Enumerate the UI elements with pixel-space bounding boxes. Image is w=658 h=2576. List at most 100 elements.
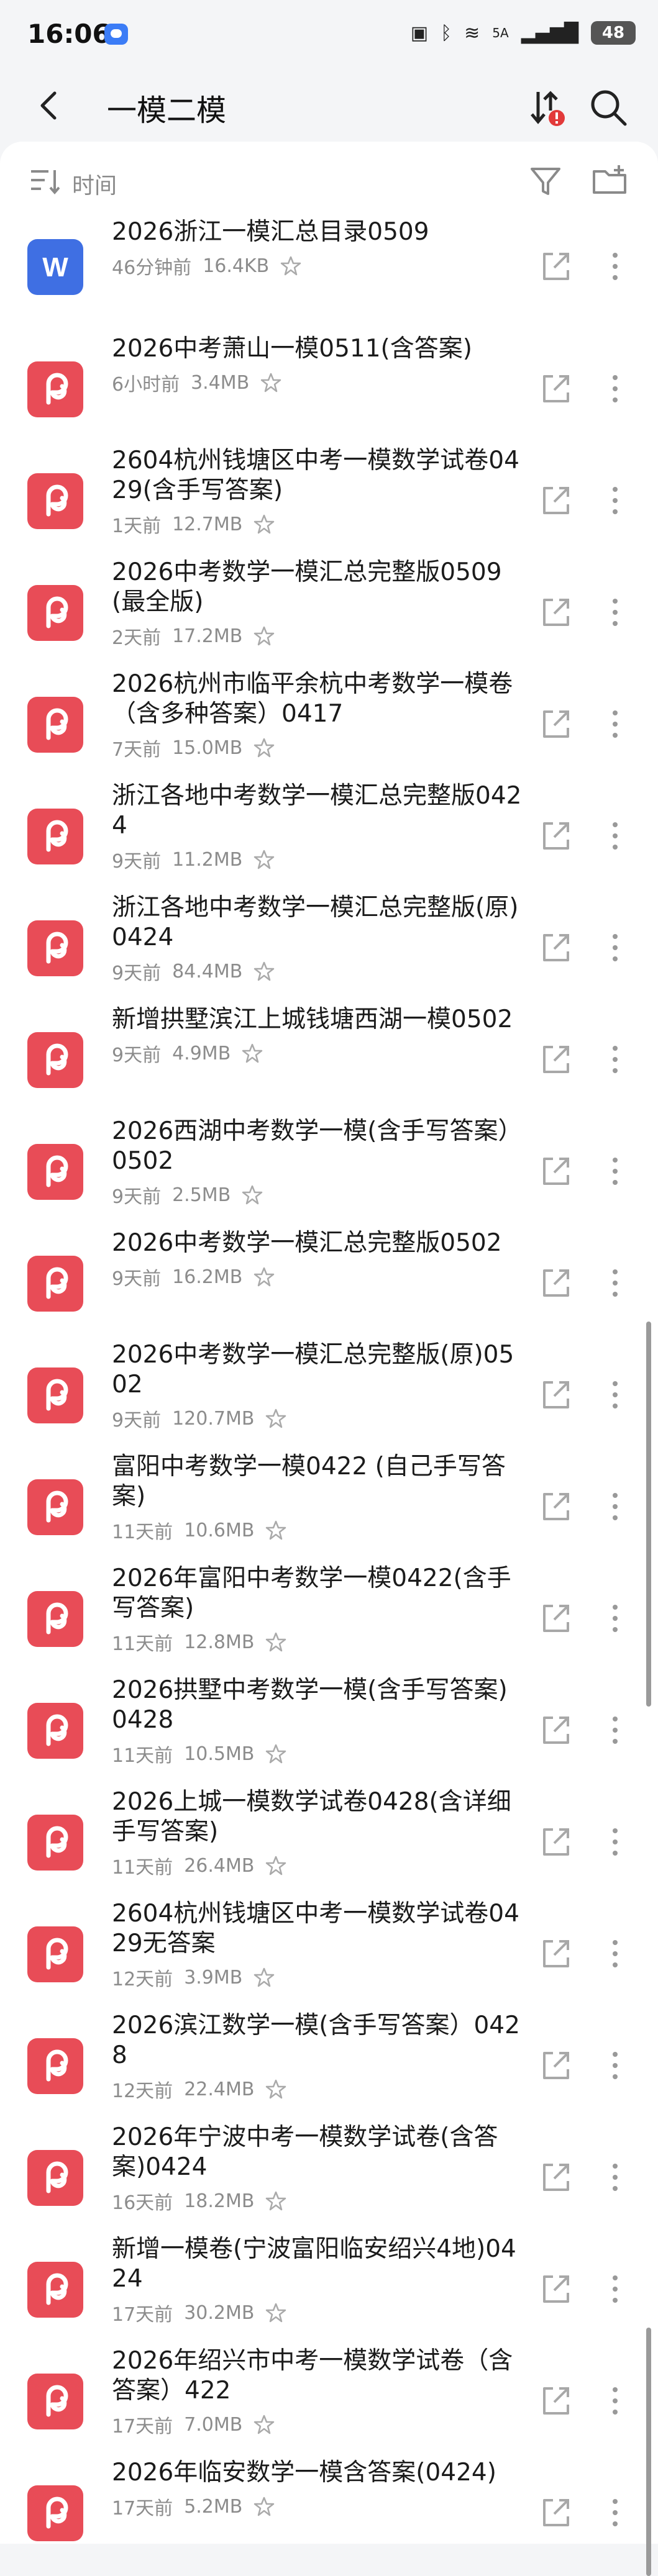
share-icon[interactable] — [538, 2383, 573, 2418]
file-row[interactable]: 2026年临安数学一模含答案(0424) 17天前 5.2MB — [0, 2447, 658, 2559]
file-info: 2026上城一模数学试卷0428(含详细手写答案) 11天前 26.4MB — [112, 1787, 522, 1879]
star-icon[interactable] — [254, 2414, 275, 2435]
share-icon[interactable] — [538, 819, 573, 853]
sort-list-icon[interactable] — [30, 168, 60, 195]
share-icon[interactable] — [538, 1825, 573, 1859]
file-time: 11天前 — [112, 1522, 173, 1543]
more-options-icon[interactable] — [609, 1041, 621, 1078]
star-icon[interactable] — [265, 1855, 286, 1876]
file-row[interactable]: 2026年富阳中考数学一模0422(含手写答案) 11天前 12.8MB — [0, 1553, 658, 1664]
more-options-icon[interactable] — [609, 1712, 621, 1749]
share-icon[interactable] — [538, 2272, 573, 2306]
star-icon[interactable] — [254, 1967, 275, 1988]
share-icon[interactable] — [538, 595, 573, 630]
file-row[interactable]: W 2026浙江一模汇总目录0509 46分钟前 16.4KB — [0, 211, 658, 323]
share-icon[interactable] — [538, 1489, 573, 1524]
file-row[interactable]: 富阳中考数学一模0422 (自己手写答案) 11天前 10.6MB — [0, 1441, 658, 1553]
more-options-icon[interactable] — [609, 248, 621, 285]
file-row[interactable]: 2026中考数学一模汇总完整版0509(最全版) 2天前 17.2MB — [0, 546, 658, 658]
share-icon[interactable] — [538, 483, 573, 518]
file-row[interactable]: 2604杭州钱塘区中考一模数学试卷0429无答案 12天前 3.9MB — [0, 1888, 658, 2000]
share-icon[interactable] — [538, 2160, 573, 2195]
star-icon[interactable] — [242, 1043, 263, 1064]
filter-icon[interactable] — [528, 164, 563, 199]
file-info: 新增一模卷(宁波富阳临安绍兴4地)0424 17天前 30.2MB — [112, 2234, 522, 2326]
share-icon[interactable] — [538, 1936, 573, 1971]
more-options-icon[interactable] — [609, 705, 621, 743]
share-icon[interactable] — [538, 1601, 573, 1636]
file-row[interactable]: 浙江各地中考数学一模汇总完整版0424 9天前 11.2MB — [0, 770, 658, 882]
scrollbar-lower[interactable] — [646, 2328, 651, 2576]
sort-warning-icon[interactable] — [526, 86, 569, 129]
star-icon[interactable] — [265, 2079, 286, 2100]
more-options-icon[interactable] — [609, 817, 621, 855]
file-row[interactable]: 2026年宁波中考一模数学试卷(含答案)0424 16天前 18.2MB — [0, 2111, 658, 2223]
back-arrow-icon[interactable] — [31, 87, 68, 124]
more-options-icon[interactable] — [609, 1823, 621, 1861]
share-icon[interactable] — [538, 930, 573, 965]
pdf-file-icon — [27, 1591, 83, 1647]
star-icon[interactable] — [254, 1266, 275, 1287]
share-icon[interactable] — [538, 2495, 573, 2530]
more-options-icon[interactable] — [609, 1264, 621, 1302]
share-icon[interactable] — [538, 1154, 573, 1189]
star-icon[interactable] — [254, 737, 275, 758]
more-options-icon[interactable] — [609, 1600, 621, 1637]
more-options-icon[interactable] — [609, 594, 621, 631]
star-icon[interactable] — [265, 1743, 286, 1764]
more-options-icon[interactable] — [609, 1488, 621, 1525]
star-icon[interactable] — [254, 961, 275, 982]
pdf-file-icon — [27, 1144, 83, 1200]
more-options-icon[interactable] — [609, 2047, 621, 2084]
star-icon[interactable] — [254, 514, 275, 535]
file-name: 2026中考数学一模汇总完整版0509(最全版) — [112, 558, 502, 616]
file-row[interactable]: 2026中考数学一模汇总完整版(原)0502 9天前 120.7MB — [0, 1329, 658, 1441]
share-icon[interactable] — [538, 1377, 573, 1412]
file-row[interactable]: 2026拱墅中考数学一模(含手写答案)0428 11天前 10.5MB — [0, 1664, 658, 1776]
more-options-icon[interactable] — [609, 370, 621, 407]
share-icon[interactable] — [538, 1266, 573, 1300]
star-icon[interactable] — [280, 255, 301, 276]
more-options-icon[interactable] — [609, 2382, 621, 2420]
share-icon[interactable] — [538, 707, 573, 742]
star-icon[interactable] — [254, 849, 275, 870]
file-row[interactable]: 2604杭州钱塘区中考一模数学试卷0429(含手写答案) 1天前 12.7MB — [0, 435, 658, 546]
share-icon[interactable] — [538, 371, 573, 406]
file-row[interactable]: 2026上城一模数学试卷0428(含详细手写答案) 11天前 26.4MB — [0, 1776, 658, 1888]
star-icon[interactable] — [265, 1520, 286, 1541]
file-row[interactable]: 新增拱墅滨江上城钱塘西湖一模0502 9天前 4.9MB — [0, 994, 658, 1105]
more-options-icon[interactable] — [609, 2270, 621, 2308]
star-icon[interactable] — [265, 2302, 286, 2323]
more-options-icon[interactable] — [609, 1153, 621, 1190]
share-icon[interactable] — [538, 249, 573, 284]
file-row[interactable]: 新增一模卷(宁波富阳临安绍兴4地)0424 17天前 30.2MB — [0, 2223, 658, 2335]
new-folder-icon[interactable] — [592, 164, 629, 199]
file-name: 2604杭州钱塘区中考一模数学试卷0429无答案 — [112, 1900, 519, 1957]
star-icon[interactable] — [242, 1184, 263, 1205]
file-row[interactable]: 2026西湖中考数学一模(含手写答案）0502 9天前 2.5MB — [0, 1105, 658, 1217]
star-icon[interactable] — [265, 1631, 286, 1653]
star-icon[interactable] — [254, 2496, 275, 2517]
file-row[interactable]: 2026年绍兴市中考一模数学试卷（含答案）422 17天前 7.0MB — [0, 2335, 658, 2447]
search-icon[interactable] — [587, 86, 630, 129]
more-options-icon[interactable] — [609, 482, 621, 519]
star-icon[interactable] — [254, 625, 275, 646]
more-options-icon[interactable] — [609, 2494, 621, 2531]
share-icon[interactable] — [538, 2048, 573, 2083]
more-options-icon[interactable] — [609, 1376, 621, 1413]
file-row[interactable]: 2026中考萧山一模0511(含答案) 6小时前 3.4MB — [0, 323, 658, 435]
file-row[interactable]: 浙江各地中考数学一模汇总完整版(原)0424 9天前 84.4MB — [0, 882, 658, 994]
scrollbar[interactable] — [646, 1322, 651, 1707]
star-icon[interactable] — [260, 372, 281, 393]
file-row[interactable]: 2026杭州市临平余杭中考数学一模卷（含多种答案）0417 7天前 15.0MB — [0, 658, 658, 770]
file-row[interactable]: 2026滨江数学一模(含手写答案）0428 12天前 22.4MB — [0, 2000, 658, 2111]
more-options-icon[interactable] — [609, 1935, 621, 1972]
more-options-icon[interactable] — [609, 929, 621, 966]
star-icon[interactable] — [265, 1408, 286, 1429]
more-options-icon[interactable] — [609, 2159, 621, 2196]
file-row[interactable]: 2026中考数学一模汇总完整版0502 9天前 16.2MB — [0, 1217, 658, 1329]
share-icon[interactable] — [538, 1713, 573, 1748]
sort-label[interactable]: 时间 — [72, 168, 117, 200]
star-icon[interactable] — [265, 2190, 286, 2211]
share-icon[interactable] — [538, 1042, 573, 1077]
